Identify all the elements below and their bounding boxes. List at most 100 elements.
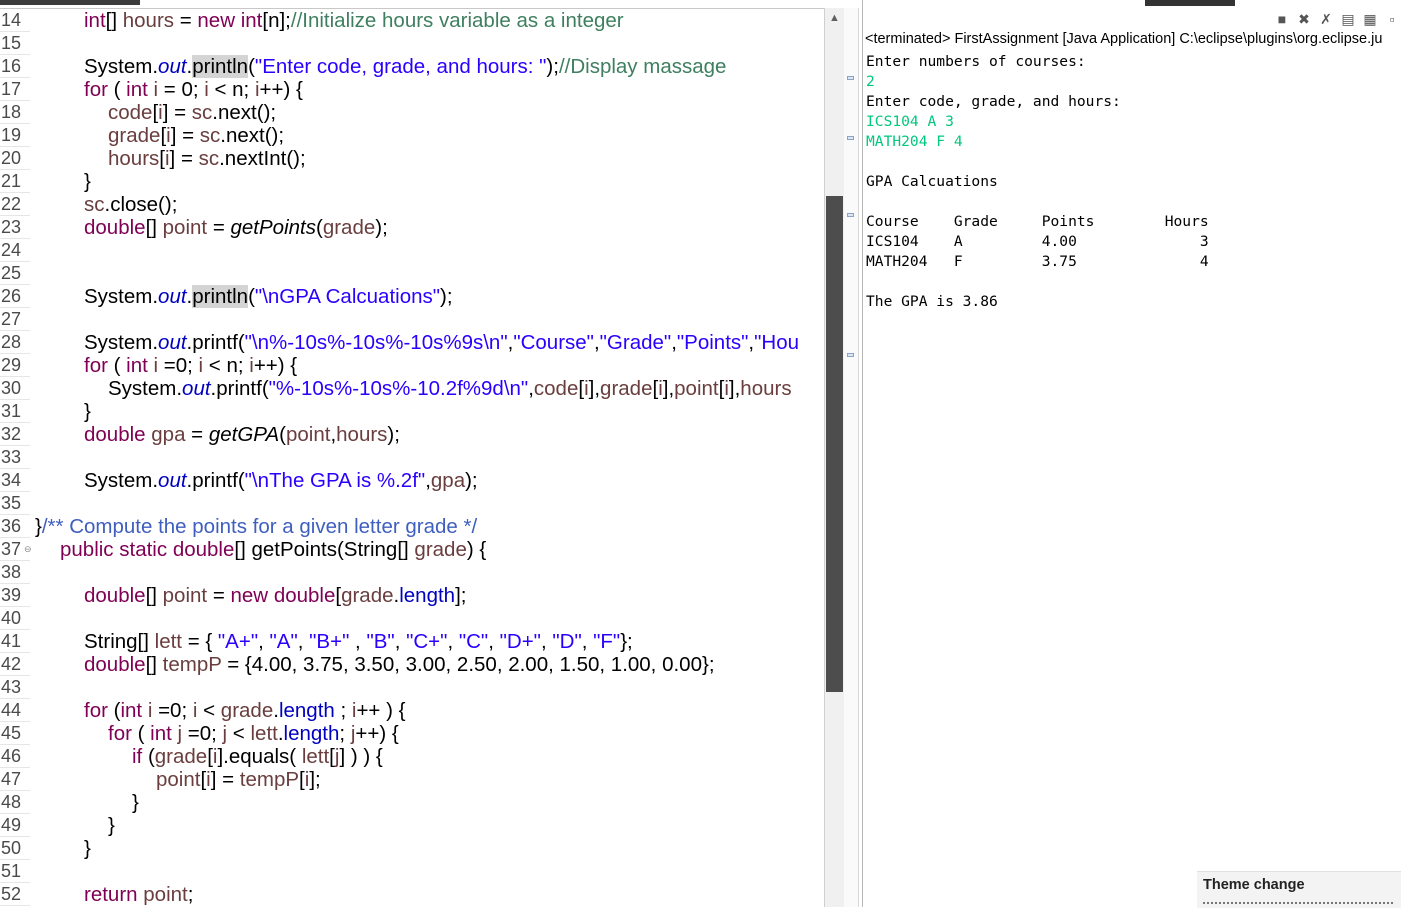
code-line[interactable]: double[] point = getPoints(grade);	[84, 216, 388, 239]
code-line[interactable]: code[i] = sc.next();	[108, 101, 276, 124]
console-view[interactable]: ■ ✖ ✗ ▤ ▦ ▫ <terminated> FirstAssignment…	[862, 0, 1401, 908]
remove-launch-icon[interactable]: ✖	[1296, 11, 1312, 27]
line-number: 25	[0, 262, 30, 285]
code-line[interactable]: System.out.printf("%-10s%-10s%-10.2f%9d\…	[108, 377, 792, 400]
line-number: 14	[0, 9, 30, 32]
code-line[interactable]: System.out.printf("\nThe GPA is %.2f",gp…	[84, 469, 478, 492]
theme-change-notification[interactable]: Theme change	[1197, 871, 1401, 908]
code-text-area[interactable]: int[] hours = new int[n];//Initialize ho…	[35, 9, 824, 907]
code-line[interactable]: grade[i] = sc.next();	[108, 124, 284, 147]
display-selected-console-icon[interactable]: ▦	[1362, 11, 1378, 27]
notification-title: Theme change	[1203, 877, 1305, 893]
overview-marker[interactable]	[847, 136, 854, 140]
console-input-line: 2	[866, 73, 875, 90]
overview-marker[interactable]	[847, 213, 854, 217]
line-number: 51	[0, 860, 30, 883]
console-tab-strip	[863, 0, 1401, 8]
line-number-ruler: 14 15 16 17 18 19 20 21 22 23 24 25 26 27 28 29 30 31 32 33…	[0, 9, 33, 907]
scroll-up-arrow-icon[interactable]: ▲	[829, 12, 840, 24]
line-number: 31	[0, 400, 30, 423]
overview-marker[interactable]	[847, 353, 854, 357]
line-number: 45	[0, 722, 30, 745]
line-number: 16	[0, 55, 30, 78]
code-line[interactable]: }	[84, 400, 91, 423]
code-line[interactable]: for ( int i =0; i < n; i++) {	[84, 354, 297, 377]
editor-vertical-scrollbar[interactable]: ▲	[824, 8, 845, 907]
code-line[interactable]: double[] point = new double[grade.length…	[84, 584, 466, 607]
line-number: 29	[0, 354, 30, 377]
line-number: 44	[0, 699, 30, 722]
console-process-title: <terminated> FirstAssignment [Java Appli…	[865, 31, 1383, 47]
line-number: 33	[0, 446, 30, 469]
line-number: 46	[0, 745, 30, 768]
line-number: 50	[0, 837, 30, 860]
code-line[interactable]: }/** Compute the points for a given lett…	[35, 515, 477, 538]
line-number: 27	[0, 308, 30, 331]
line-number: 32	[0, 423, 30, 446]
line-number: 28	[0, 331, 30, 354]
console-output-line: The GPA is 3.86	[866, 293, 998, 310]
scrollbar-thumb[interactable]	[826, 196, 843, 692]
console-output-line: Enter numbers of courses:	[866, 53, 1086, 70]
code-line[interactable]: for ( int j =0; j < lett.length; j++) {	[108, 722, 399, 745]
line-number: 42	[0, 653, 30, 676]
line-number: 34	[0, 469, 30, 492]
console-output-line: ICS104 A 4.00 3	[866, 233, 1209, 250]
code-line[interactable]: for (int i =0; i < grade.length ; i++ ) …	[84, 699, 405, 722]
overview-ruler	[844, 8, 859, 907]
code-line[interactable]: point[i] = tempP[i];	[156, 768, 321, 791]
code-line[interactable]: double[] tempP = {4.00, 3.75, 3.50, 3.00…	[84, 653, 715, 676]
code-line[interactable]: public static double[] getPoints(String[…	[60, 538, 486, 561]
line-number: 30	[0, 377, 30, 400]
overview-marker[interactable]	[847, 76, 854, 80]
line-number: 24	[0, 239, 30, 262]
code-line[interactable]: System.out.printf("\n%-10s%-10s%-10s%9s\…	[84, 331, 799, 354]
line-number: 48	[0, 791, 30, 814]
line-number: 38	[0, 561, 30, 584]
code-line[interactable]: sc.close();	[84, 193, 177, 216]
line-number: 20	[0, 147, 30, 170]
line-number: 35	[0, 492, 30, 515]
console-output-line: Course Grade Points Hours	[866, 213, 1209, 230]
code-line[interactable]: double gpa = getGPA(point,hours);	[84, 423, 400, 446]
open-console-icon[interactable]: ▫	[1384, 11, 1400, 27]
code-line[interactable]: }	[84, 837, 91, 860]
code-line[interactable]: System.out.println("\nGPA Calcuations");	[84, 285, 453, 308]
line-number: 43	[0, 676, 30, 699]
line-number: 41	[0, 630, 30, 653]
code-line[interactable]: for ( int i = 0; i < n; i++) {	[84, 78, 303, 101]
line-number: 22	[0, 193, 30, 216]
code-line[interactable]: hours[i] = sc.nextInt();	[108, 147, 306, 170]
line-number: 15	[0, 32, 30, 55]
console-output-line: Enter code, grade, and hours:	[866, 93, 1121, 110]
line-number: 17	[0, 78, 30, 101]
code-line[interactable]: if (grade[i].equals( lett[j] ) ) {	[132, 745, 383, 768]
editor-tab-strip	[0, 0, 824, 9]
code-line[interactable]: int[] hours = new int[n];//Initialize ho…	[84, 9, 624, 32]
pin-console-icon[interactable]: ▤	[1340, 11, 1356, 27]
console-input-line: MATH204 F 4	[866, 133, 963, 150]
line-number: 26	[0, 285, 30, 308]
remove-all-icon[interactable]: ✗	[1318, 11, 1334, 27]
line-number: 52	[0, 883, 30, 906]
code-line[interactable]: }	[84, 170, 91, 193]
console-output-line: MATH204 F 3.75 4	[866, 253, 1209, 270]
code-line[interactable]: return point;	[84, 883, 193, 906]
line-number: 18	[0, 101, 30, 124]
line-number: 23	[0, 216, 30, 239]
line-number: 47	[0, 768, 30, 791]
line-number: 39	[0, 584, 30, 607]
code-editor[interactable]: 14 15 16 17 18 19 20 21 22 23 24 25 26 27 28 29 30 31 32 33…	[0, 0, 824, 907]
console-toolbar: ■ ✖ ✗ ▤ ▦ ▫	[1274, 9, 1400, 29]
terminate-icon[interactable]: ■	[1274, 11, 1290, 27]
code-line[interactable]: }	[132, 791, 139, 814]
code-line[interactable]: System.out.println("Enter code, grade, a…	[84, 55, 726, 78]
line-number: 19	[0, 124, 30, 147]
line-number: 49	[0, 814, 30, 837]
fold-toggle-icon[interactable]: ⊖	[24, 545, 33, 554]
line-number: 40	[0, 607, 30, 630]
line-number: 36	[0, 515, 30, 538]
console-input-line: ICS104 A 3	[866, 113, 954, 130]
code-line[interactable]: }	[108, 814, 115, 837]
code-line[interactable]: String[] lett = { "A+", "A", "B+" , "B",…	[84, 630, 633, 653]
